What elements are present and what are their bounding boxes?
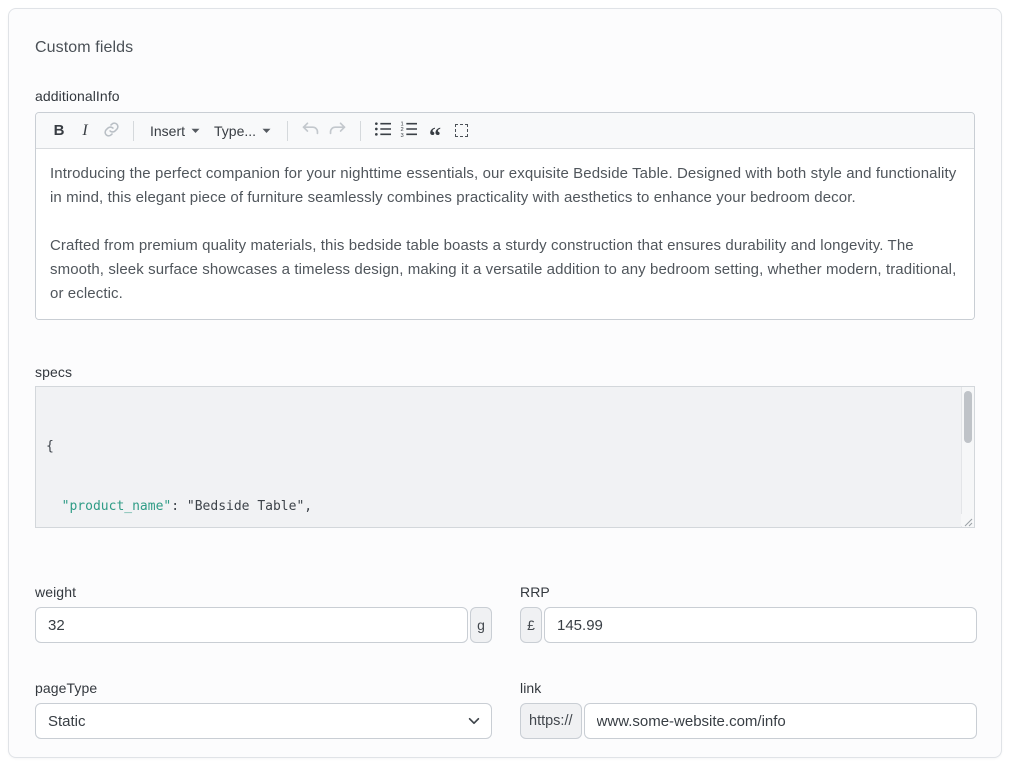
rte-paragraph: Crafted from premium quality materials, … [50,234,960,306]
code-line: "product_name": "Bedside Table", [46,497,960,517]
undo-button[interactable] [297,117,324,145]
rte-content-area[interactable]: Introducing the perfect companion for yo… [36,149,974,319]
specs-label: specs [35,364,975,380]
type-dropdown[interactable]: Type... [207,117,278,145]
protocol-addon: https:// [520,703,582,739]
svg-text:3: 3 [401,133,404,137]
resize-handle[interactable] [961,514,973,526]
bold-button[interactable]: B [46,117,72,145]
toolbar-divider [287,121,288,141]
additionalinfo-label: additionalInfo [35,88,975,104]
toolbar-divider [133,121,134,141]
code-line: { [46,437,960,457]
rte-toolbar: B I Insert Type... [36,113,974,149]
custom-fields-card: Custom fields additionalInfo B I Insert [8,8,1002,758]
rich-text-editor: B I Insert Type... [35,112,975,320]
link-icon [103,121,120,141]
blockquote-button[interactable]: “ [422,117,448,145]
fields-grid: weight g RRP £ pageType Static link [35,584,975,739]
weight-input[interactable] [35,607,468,643]
specs-code-lines: { "product_name": "Bedside Table", "mate… [36,387,974,528]
dashed-box-icon [455,124,468,137]
toolbar-divider [360,121,361,141]
insert-dropdown[interactable]: Insert [143,117,207,145]
rrp-input[interactable] [544,607,977,643]
rte-paragraph: Introducing the perfect companion for yo… [50,162,960,210]
pagetype-select[interactable]: Static [35,703,492,739]
redo-button[interactable] [324,117,351,145]
rrp-label: RRP [520,584,977,600]
specs-scrollbar-thumb[interactable] [964,391,972,443]
bullet-list-button[interactable] [370,117,396,145]
caret-down-icon [191,128,200,134]
numbered-list-button[interactable]: 1 2 3 [396,117,422,145]
container-block-button[interactable] [448,117,474,145]
weight-unit-addon: g [470,607,492,643]
weight-field-group: weight g [35,584,492,643]
undo-icon [301,121,320,141]
numbered-list-icon: 1 2 3 [400,121,418,140]
weight-label: weight [35,584,492,600]
link-field-group: link https:// [520,680,977,739]
rrp-field-group: RRP £ [520,584,977,643]
bullet-list-icon [374,121,392,140]
link-label: link [520,680,977,696]
specs-code-textarea[interactable]: { "product_name": "Bedside Table", "mate… [35,386,975,528]
redo-icon [328,121,347,141]
link-input[interactable] [584,703,977,739]
italic-button[interactable]: I [72,117,98,145]
specs-scrollbar-track [961,387,974,527]
card-title: Custom fields [35,39,975,57]
pagetype-field-group: pageType Static [35,680,492,739]
pagetype-label: pageType [35,680,492,696]
caret-down-icon [262,128,271,134]
link-button[interactable] [98,117,124,145]
currency-addon: £ [520,607,542,643]
